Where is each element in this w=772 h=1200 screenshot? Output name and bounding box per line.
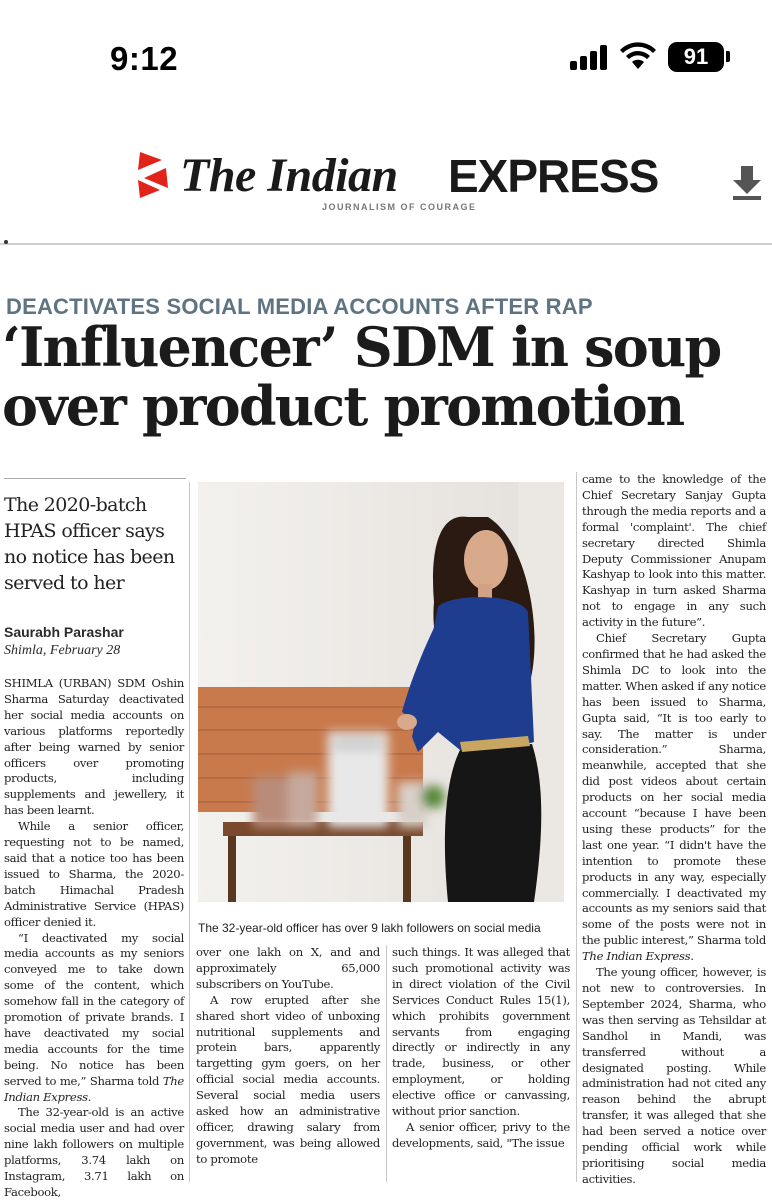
logo-tagline: JOURNALISM OF COURAGE (322, 202, 477, 212)
column-divider (189, 482, 190, 1182)
byline: Saurabh Parashar (4, 624, 124, 640)
paragraph: Chief Secretary Gupta confirmed that he … (582, 631, 766, 965)
column-divider (576, 472, 577, 1182)
article-column-2: over one lakh on X, and and approximatel… (196, 945, 380, 1168)
article-headline: ‘Influencer’ SDM in soup over product pr… (2, 318, 772, 436)
paragraph: such things. It was alleged that such pr… (392, 945, 570, 1119)
paragraph: came to the knowledge of the Chief Secre… (582, 472, 766, 630)
wifi-icon (620, 42, 656, 69)
cellular-signal-icon (570, 44, 610, 70)
logo-title: The Indian (180, 149, 398, 202)
paragraph-text: Chief Secretary Gupta confirmed that he … (582, 631, 766, 948)
article-column-3: such things. It was alleged that such pr… (392, 945, 570, 1152)
column-divider (4, 478, 186, 479)
photo-caption: The 32-year-old officer has over 9 lakh … (198, 921, 541, 935)
article-dek: The 2020-batch HPAS officer says no noti… (4, 494, 175, 594)
paragraph: SHIMLA (URBAN) SDM Oshin Sharma Saturday… (4, 676, 184, 818)
battery-tip (726, 51, 730, 62)
download-icon[interactable] (730, 162, 764, 202)
dateline: Shimla, February 28 (4, 643, 121, 658)
column-divider (386, 945, 387, 1182)
headline-line-2: over product promotion (2, 374, 685, 438)
publication-name: The Indian Express. (582, 949, 694, 964)
quote-text: “I deactivated my social media accounts … (4, 930, 184, 1088)
paragraph: The young officer, however, is not new t… (582, 965, 766, 1186)
article-column-4: came to the knowledge of the Chief Secre… (582, 472, 766, 1188)
indian-express-logo-icon (138, 152, 168, 198)
masthead: The Indian EXPRESS JOURNALISM OF COURAGE (0, 118, 772, 248)
article-photo (198, 482, 564, 902)
paragraph: over one lakh on X, and and approximatel… (196, 945, 380, 991)
article-column-1: SHIMLA (URBAN) SDM Oshin Sharma Saturday… (4, 676, 184, 1200)
paragraph: “I deactivated my social media accounts … (4, 931, 184, 1106)
paragraph: A senior officer, privy to the developme… (392, 1119, 570, 1150)
status-time: 9:12 (110, 40, 179, 77)
battery-icon: 91 (668, 42, 724, 72)
logo-express: EXPRESS (448, 150, 659, 202)
paragraph: The 32-year-old is an active social medi… (4, 1105, 184, 1199)
paragraph: While a senior officer, requesting not t… (4, 819, 184, 929)
masthead-divider (0, 243, 772, 245)
paragraph: A row erupted after she shared short vid… (196, 992, 380, 1166)
page-dot (4, 240, 8, 244)
status-bar: 9:12 91 (0, 0, 772, 118)
headline-line-1: ‘Influencer’ SDM in soup (2, 315, 722, 379)
officer-photo-image (198, 482, 564, 902)
